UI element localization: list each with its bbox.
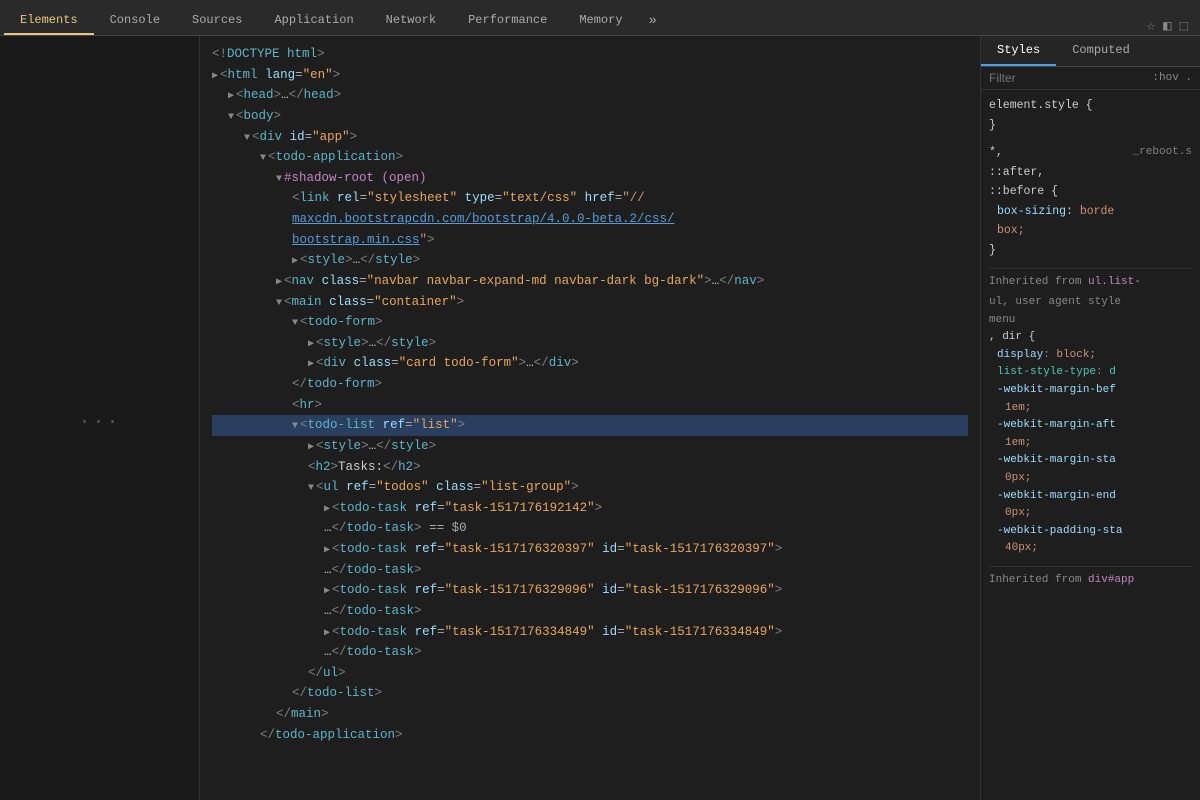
- dom-panel: <!DOCTYPE html> ▶<html lang="en"> ▶<head…: [200, 36, 980, 800]
- h2-line: <h2>Tasks:</h2>: [212, 457, 968, 478]
- todo-task3-open[interactable]: ▶<todo-task ref="task-1517176329096" id=…: [212, 580, 968, 601]
- star-icon[interactable]: ☆: [1147, 18, 1155, 35]
- style-element-rule: element.style { }: [989, 96, 1192, 135]
- element-style-close: }: [989, 116, 1192, 136]
- bookmark-icon[interactable]: ◧: [1163, 18, 1171, 35]
- todo-task4-open[interactable]: ▶<todo-task ref="task-1517176334849" id=…: [212, 622, 968, 643]
- link-href-line: maxcdn.bootstrapcdn.com/bootstrap/4.0.0-…: [212, 209, 968, 230]
- filter-bar: :hov .: [981, 67, 1200, 90]
- element-style-selector: element.style {: [989, 96, 1192, 116]
- ul-line[interactable]: ▼<ul ref="todos" class="list-group">: [212, 477, 968, 498]
- doctype-line: <!DOCTYPE html>: [212, 44, 968, 65]
- styles-panel: Styles Computed :hov . element.style { }: [980, 36, 1200, 800]
- todo-form-line[interactable]: ▼<todo-form>: [212, 312, 968, 333]
- after-selector-line: ::after,: [989, 163, 1192, 183]
- shadow-root-line: ▼#shadow-root (open): [212, 168, 968, 189]
- style-list-line[interactable]: ▶<style>…</style>: [212, 436, 968, 457]
- ul-close-line: </ul>: [212, 663, 968, 684]
- before-selector-line: ::before {: [989, 182, 1192, 202]
- tab-styles[interactable]: Styles: [981, 36, 1056, 66]
- inherited-from-div: Inherited from div#app: [989, 566, 1192, 590]
- gutter-dots: ...: [78, 407, 120, 430]
- todo-form-close-line: </todo-form>: [212, 374, 968, 395]
- tab-application[interactable]: Application: [258, 7, 369, 35]
- todo-app-line[interactable]: ▼<todo-application>: [212, 147, 968, 168]
- todo-app-close-line: </todo-application>: [212, 725, 968, 746]
- todo-task1-open[interactable]: ▶<todo-task ref="task-1517176192142">: [212, 498, 968, 519]
- div-card-line[interactable]: ▶<div class="card todo-form">…</div>: [212, 353, 968, 374]
- html-line[interactable]: ▶<html lang="en">: [212, 65, 968, 86]
- body-line[interactable]: ▼<body>: [212, 106, 968, 127]
- todo-task2-close: …</todo-task>: [212, 560, 968, 581]
- filter-input[interactable]: [989, 71, 1152, 85]
- cursor-icon[interactable]: ⬚: [1180, 18, 1188, 35]
- tab-elements[interactable]: Elements: [4, 7, 94, 35]
- inherited-detail: ul, user agent style menu , dir { displa…: [989, 294, 1192, 558]
- todo-list-close-line: </todo-list>: [212, 683, 968, 704]
- tab-sources[interactable]: Sources: [176, 7, 258, 35]
- filter-hint: :hov .: [1152, 72, 1192, 84]
- style-form-line[interactable]: ▶<style>…</style>: [212, 333, 968, 354]
- tab-performance[interactable]: Performance: [452, 7, 563, 35]
- styles-content: element.style { } *, _reboot.s ::after, …: [981, 90, 1200, 598]
- inherited-from-ul: Inherited from ul.list-: [989, 268, 1192, 292]
- style-closed-line[interactable]: ▶<style>…</style>: [212, 250, 968, 271]
- main-close-line: </main>: [212, 704, 968, 725]
- tab-computed[interactable]: Computed: [1056, 36, 1146, 66]
- boxsizing-prop: box-sizing: borde: [989, 202, 1192, 222]
- todo-task2-open[interactable]: ▶<todo-task ref="task-1517176320397" id=…: [212, 539, 968, 560]
- hr-line: <hr>: [212, 395, 968, 416]
- devtools-window: Elements Console Sources Application Net…: [0, 0, 1200, 800]
- link-line: <link rel="stylesheet" type="text/css" h…: [212, 188, 968, 209]
- left-gutter: ...: [0, 36, 200, 800]
- top-icons: ☆ ◧ ⬚: [1147, 18, 1196, 35]
- tab-more-button[interactable]: »: [639, 7, 667, 35]
- nav-line[interactable]: ▶<nav class="navbar navbar-expand-md nav…: [212, 271, 968, 292]
- div-app-line[interactable]: ▼<div id="app">: [212, 127, 968, 148]
- todo-task3-close: …</todo-task>: [212, 601, 968, 622]
- box-val-line: box;: [989, 221, 1192, 241]
- star-selector-line: *, _reboot.s: [989, 143, 1192, 163]
- tab-console[interactable]: Console: [94, 7, 176, 35]
- todo-task4-close: …</todo-task>: [212, 642, 968, 663]
- todo-task1-close: …</todo-task> == $0: [212, 518, 968, 539]
- tab-memory[interactable]: Memory: [563, 7, 638, 35]
- star-rule-close: }: [989, 241, 1192, 261]
- main-line[interactable]: ▼<main class="container">: [212, 292, 968, 313]
- tab-bar: Elements Console Sources Application Net…: [0, 0, 1200, 36]
- link-href2-line: bootstrap.min.css">: [212, 230, 968, 251]
- styles-tabs: Styles Computed: [981, 36, 1200, 67]
- style-star-rule: *, _reboot.s ::after, ::before { box-siz…: [989, 143, 1192, 260]
- tab-network[interactable]: Network: [370, 7, 452, 35]
- head-line[interactable]: ▶<head>…</head>: [212, 85, 968, 106]
- main-content: ... <!DOCTYPE html> ▶<html lang="en"> ▶<…: [0, 36, 1200, 800]
- todo-list-line[interactable]: ▼<todo-list ref="list">: [212, 415, 968, 436]
